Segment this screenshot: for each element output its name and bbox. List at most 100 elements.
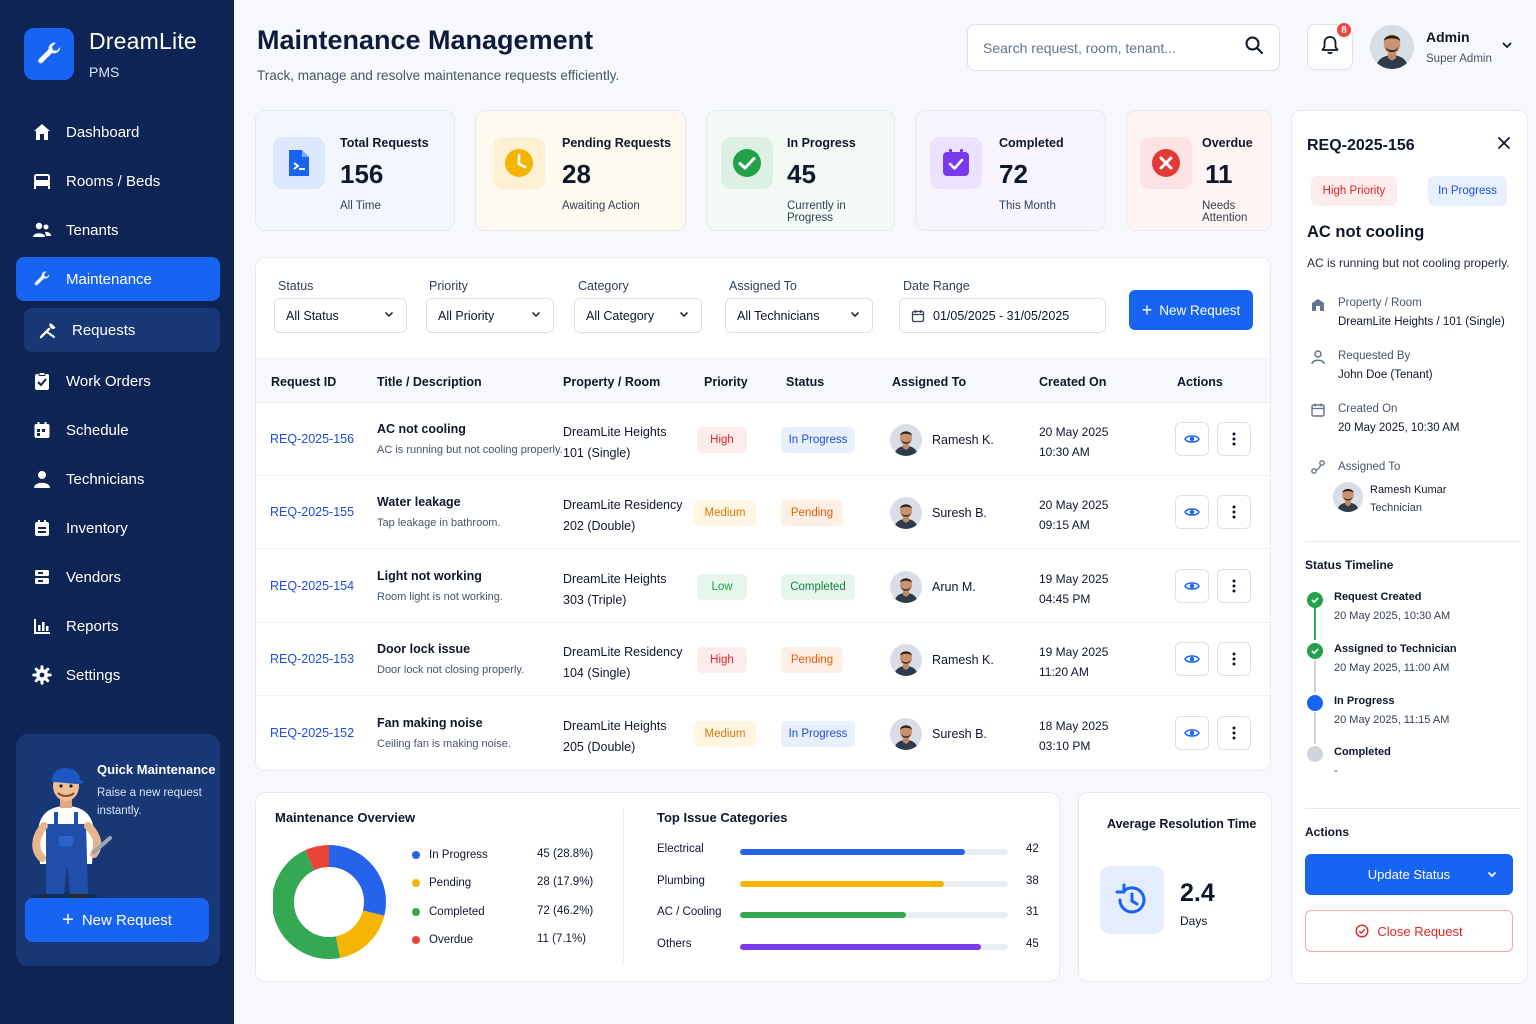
brand-sub: PMS [89, 64, 120, 80]
search-icon[interactable] [1244, 35, 1264, 60]
date-range-picker[interactable]: 01/05/2025 - 31/05/2025 [899, 298, 1106, 333]
table-row[interactable]: REQ-2025-152 Fan making noise Ceiling fa… [256, 697, 1270, 770]
pending-step-dot-icon [1307, 746, 1323, 762]
timeline-step-time: 20 May 2025, 10:30 AM [1334, 610, 1451, 622]
sidebar-item-technicians[interactable]: Technicians [16, 457, 220, 501]
table-row[interactable]: REQ-2025-153 Door lock issue Door lock n… [256, 623, 1270, 697]
stat-note: Awaiting Action [562, 200, 640, 212]
assigned-technician: Arun M. [932, 579, 976, 594]
request-id-link[interactable]: REQ-2025-155 [270, 505, 354, 519]
sidebar-item-schedule[interactable]: Schedule [16, 408, 220, 452]
more-vertical-icon [1232, 505, 1236, 519]
clock-icon [493, 137, 545, 189]
new-request-button[interactable]: + New Request [1129, 290, 1253, 330]
priority-badge: High [697, 427, 747, 453]
status-badge: In Progress [781, 427, 855, 453]
card-divider [623, 809, 624, 963]
status-badge: In Progress [781, 720, 855, 747]
page-subtitle: Track, manage and resolve maintenance re… [257, 68, 620, 83]
close-request-button[interactable]: Close Request [1305, 910, 1513, 952]
eye-icon [1184, 578, 1200, 594]
current-step-dot-icon [1307, 695, 1323, 711]
table-row[interactable]: REQ-2025-154 Light not working Room ligh… [256, 550, 1270, 623]
view-button[interactable] [1175, 568, 1209, 603]
stat-label: Total Requests [340, 136, 429, 150]
sidebar-item-settings[interactable]: Settings [16, 653, 220, 697]
col-priority: Priority [704, 375, 748, 389]
sidebar-item-rooms-beds[interactable]: Rooms / Beds [16, 159, 220, 203]
search-input[interactable] [983, 39, 1244, 56]
calendar-icon [911, 309, 925, 323]
stat-card-overdue: Overdue 11 Needs Attention [1126, 110, 1272, 231]
more-options-button[interactable] [1217, 715, 1251, 750]
chevron-down-icon[interactable] [1500, 38, 1514, 57]
request-property: DreamLite Heights 205 (Double) [563, 716, 667, 758]
resolution-title: Average Resolution Time [1107, 817, 1257, 831]
sidebar-item-label: Schedule [66, 421, 129, 439]
request-title: Light not working [377, 568, 482, 583]
created-on: 18 May 2025 03:10 PM [1039, 716, 1108, 756]
category-bar-track [740, 849, 1008, 855]
priority-filter-select[interactable]: All Priority [426, 298, 554, 333]
more-options-button[interactable] [1217, 568, 1251, 603]
view-button[interactable] [1175, 422, 1209, 456]
sidebar-item-requests[interactable]: Requests [24, 308, 220, 352]
x-circle-icon [1140, 137, 1192, 189]
sidebar-item-inventory[interactable]: Inventory [16, 506, 220, 550]
table-row[interactable]: REQ-2025-156 AC not cooling AC is runnin… [256, 403, 1270, 476]
eye-icon [1184, 431, 1200, 447]
status-filter-select[interactable]: All Status [274, 298, 407, 333]
view-button[interactable] [1175, 642, 1209, 677]
table-header: Request ID Title / Description Property … [256, 358, 1270, 403]
more-options-button[interactable] [1217, 495, 1251, 530]
request-title: Water leakage [377, 495, 461, 510]
view-button[interactable] [1175, 495, 1209, 530]
priority-filter-label: Priority [429, 279, 468, 293]
category-bar-fill [740, 880, 944, 887]
assigned-filter-select[interactable]: All Technicians [725, 298, 873, 333]
legend-value: 45 (28.8%) [537, 848, 594, 860]
stat-card-pending: Pending Requests 28 Awaiting Action [475, 110, 686, 231]
more-options-button[interactable] [1217, 642, 1251, 677]
quick-new-request-button[interactable]: + New Request [25, 898, 209, 942]
request-id-link[interactable]: REQ-2025-152 [270, 726, 354, 740]
sidebar-item-reports[interactable]: Reports [16, 604, 220, 648]
update-status-button[interactable]: Update Status [1305, 854, 1513, 895]
legend-overdue: Overdue [412, 931, 473, 949]
table-row[interactable]: REQ-2025-155 Water leakage Tap leakage i… [256, 476, 1270, 550]
request-description: AC is running but not cooling properly. [377, 444, 563, 456]
clipboard-icon [32, 371, 52, 391]
created-date: 19 May 2025 [1039, 645, 1109, 660]
view-button[interactable] [1175, 715, 1209, 750]
category-bar-row: AC / Cooling 31 [657, 904, 1042, 924]
timeline-step-time: 20 May 2025, 11:15 AM [1334, 714, 1450, 726]
legend-dot [412, 879, 420, 887]
more-options-button[interactable] [1217, 422, 1251, 456]
sidebar-item-work-orders[interactable]: Work Orders [16, 359, 220, 403]
user-menu[interactable]: Admin Super Admin [1370, 25, 1492, 69]
stat-value: 156 [340, 159, 384, 189]
brand-name: DreamLite [89, 28, 197, 54]
category-bar-row: Others 45 [657, 936, 1042, 956]
request-description: Tap leakage in bathroom. [377, 517, 501, 530]
timeline-step-title: Completed [1334, 746, 1391, 758]
sidebar-item-label: Maintenance [66, 270, 152, 288]
category-filter-label: Category [578, 279, 629, 293]
sidebar-nav: Dashboard Rooms / Beds Tenants Maintenan… [16, 110, 220, 702]
search-box [967, 24, 1280, 71]
close-icon[interactable] [1496, 135, 1512, 156]
status-badge: Pending [781, 500, 843, 527]
sidebar-item-dashboard[interactable]: Dashboard [16, 110, 220, 154]
sidebar-item-tenants[interactable]: Tenants [16, 208, 220, 252]
request-id-link[interactable]: REQ-2025-154 [270, 579, 354, 593]
check-circle-icon [1307, 643, 1323, 659]
category-value: 38 [1026, 874, 1039, 887]
created-time: 10:30 AM [1039, 445, 1090, 459]
category-filter-select[interactable]: All Category [574, 298, 702, 333]
sidebar-item-maintenance[interactable]: Maintenance [16, 257, 220, 301]
sidebar-item-vendors[interactable]: Vendors [16, 555, 220, 599]
request-id-link[interactable]: REQ-2025-156 [270, 432, 354, 446]
notifications-button[interactable]: 8 [1307, 21, 1353, 70]
update-status-label: Update Status [1367, 867, 1451, 882]
request-id-link[interactable]: REQ-2025-153 [270, 652, 354, 666]
